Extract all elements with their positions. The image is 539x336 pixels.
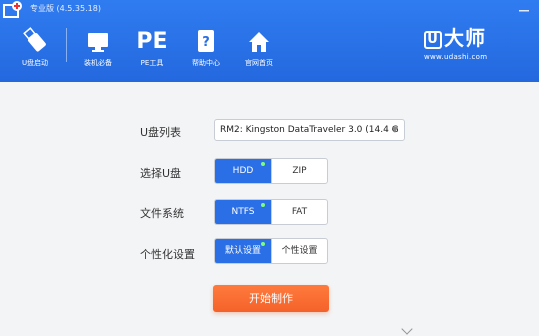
filesystem-toggle: NTFS FAT <box>214 199 328 225</box>
nav-divider <box>66 28 67 62</box>
personalize-label: 个性化设置 <box>140 248 195 261</box>
usb-device-select[interactable]: RM2: Kingston DataTraveler 3.0 (14.4 G ▼ <box>214 119 405 141</box>
choose-usb-label: 选择U盘 <box>140 167 182 180</box>
nav-usb-boot-label: U盘启动 <box>21 59 49 67</box>
header-bar: 专业版 (4.5.35.18) U盘启动 装机必备 PE PE工具 ? 帮助中心… <box>0 0 539 82</box>
chevron-down-icon: ▼ <box>391 125 398 134</box>
nav-essentials[interactable]: 装机必备 <box>71 24 125 68</box>
nav-essentials-label: 装机必备 <box>84 59 112 67</box>
nav-pe-tools[interactable]: PE PE工具 <box>125 24 179 68</box>
start-button[interactable]: 开始制作 <box>213 285 329 312</box>
usb-list-label: U盘列表 <box>140 126 182 139</box>
brand-name: U 大师 <box>424 22 524 51</box>
app-corner-icon <box>1 0 25 22</box>
usb-drive-icon <box>8 24 62 54</box>
nav-help-center[interactable]: ? 帮助中心 <box>179 24 233 68</box>
window-control-icon[interactable] <box>517 2 531 14</box>
window-title: 专业版 (4.5.35.18) <box>30 4 101 13</box>
monitor-icon <box>71 24 125 54</box>
nav-home-site-label: 官网首页 <box>245 59 273 67</box>
nav-usb-boot[interactable]: U盘启动 <box>8 24 62 68</box>
pe-text-icon: PE <box>136 29 168 54</box>
custom-settings-option[interactable]: 个性设置 <box>270 239 327 263</box>
ntfs-option[interactable]: NTFS <box>215 200 271 224</box>
zip-option[interactable]: ZIP <box>270 159 327 183</box>
hdd-option[interactable]: HDD <box>215 159 271 183</box>
nav-pe-tools-label: PE工具 <box>140 59 164 67</box>
filesystem-label: 文件系统 <box>140 207 184 220</box>
brand-logo: U 大师 www.udashi.com <box>424 22 524 62</box>
svg-text:?: ? <box>202 35 210 50</box>
usb-device-value: RM2: Kingston DataTraveler 3.0 (14.4 G <box>220 125 399 135</box>
usb-mode-toggle: HDD ZIP <box>214 158 328 184</box>
home-icon <box>232 24 286 54</box>
nav-home-site[interactable]: 官网首页 <box>232 24 286 68</box>
help-book-icon: ? <box>179 24 233 54</box>
brand-url: www.udashi.com <box>424 53 488 61</box>
personalize-toggle: 默认设置 个性设置 <box>214 238 328 264</box>
fat-option[interactable]: FAT <box>270 200 327 224</box>
default-settings-option[interactable]: 默认设置 <box>215 239 271 263</box>
nav-help-center-label: 帮助中心 <box>192 59 220 67</box>
